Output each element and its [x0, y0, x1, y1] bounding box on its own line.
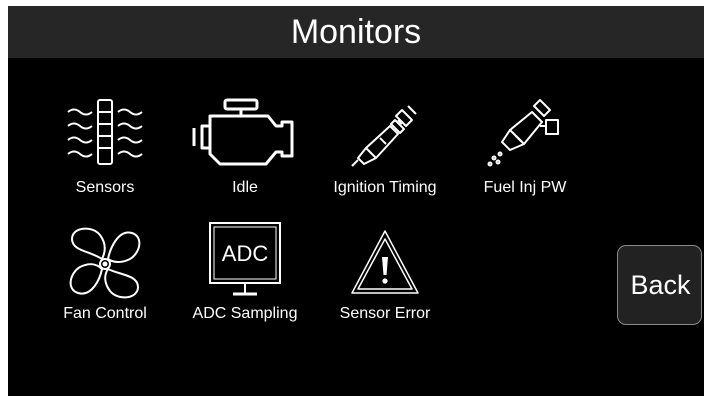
back-button-label: Back [630, 270, 691, 300]
tile-ignition-timing[interactable]: Ignition Timing [315, 98, 455, 218]
fan-icon [35, 221, 175, 301]
warning-icon [315, 221, 455, 301]
tile-label: ADC Sampling [192, 305, 298, 322]
tile-label: Fuel Inj PW [483, 179, 567, 196]
sensor-icon [35, 98, 175, 178]
tile-adc-sampling[interactable]: ADC ADC Sampling [175, 221, 315, 341]
spark-plug-icon [315, 98, 455, 178]
monitors-screen: Monitors Sensors Idle Ignition Timing Fu… [8, 6, 704, 396]
fuel-injector-icon [455, 98, 595, 178]
tile-idle[interactable]: Idle [175, 98, 315, 218]
page-title: Monitors [290, 13, 422, 51]
adc-monitor-icon: ADC [175, 221, 315, 301]
tile-fuel-inj-pw[interactable]: Fuel Inj PW [455, 98, 595, 218]
tile-label: Sensor Error [339, 305, 431, 322]
header-bar: Monitors [8, 6, 704, 58]
engine-icon [175, 98, 315, 178]
tile-label: Sensors [75, 179, 135, 196]
back-button[interactable]: Back [617, 245, 702, 325]
svg-text:ADC: ADC [222, 241, 269, 266]
tile-fan-control[interactable]: Fan Control [35, 221, 175, 341]
tile-label: Idle [232, 179, 258, 196]
tile-sensor-error[interactable]: Sensor Error [315, 221, 455, 341]
tile-label: Ignition Timing [333, 179, 437, 196]
tile-sensors[interactable]: Sensors [35, 98, 175, 218]
tile-label: Fan Control [63, 305, 147, 322]
